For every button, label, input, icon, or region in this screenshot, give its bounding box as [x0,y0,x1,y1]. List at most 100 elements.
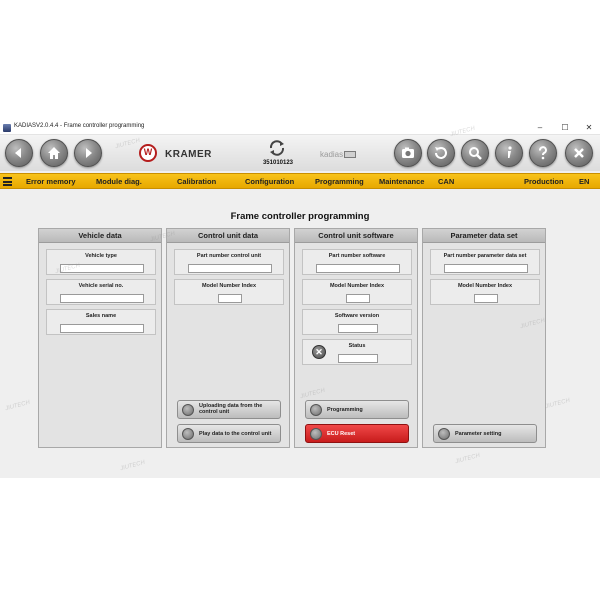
panel-control-unit-software: Control unit software Part number softwa… [294,228,418,448]
toolbar: W KRAMER 351010123 kadias [0,135,600,171]
close-icon [574,148,584,158]
ecu-reset-button[interactable]: ECU Reset [305,424,409,443]
field-label: Model Number Index [329,283,385,289]
field-status: ✕ Status [302,339,412,365]
software-version-input[interactable] [338,324,378,333]
brand-logo: W [139,144,157,162]
play-data-button[interactable]: Play data to the control unit [177,424,281,443]
menu-item-can[interactable]: CAN [438,177,454,186]
menu-item-module-diag[interactable]: Module diag. [96,177,142,186]
menu-bar: Error memory Module diag. Calibration Co… [0,173,600,189]
close-button[interactable] [565,139,593,167]
menu-item-calibration[interactable]: Calibration [177,177,216,186]
menu-item-programming[interactable]: Programming [315,177,364,186]
part-number-parameter-input[interactable] [444,264,528,273]
window-close-button[interactable]: ✕ [582,122,596,134]
camera-button[interactable] [394,139,422,167]
home-button[interactable] [40,139,68,167]
app-window: KADIASV2.0.4.4 - Frame controller progra… [0,121,600,478]
search-icon [469,147,482,160]
field-part-number-parameter: Part number parameter data set [430,249,540,275]
field-software-version: Software version [302,309,412,335]
field-model-number-index: Model Number Index [302,279,412,305]
field-label: Part number software [328,253,386,259]
watermark: JIUTECH [119,459,146,473]
model-number-index-input[interactable] [218,294,242,303]
info-button[interactable] [495,139,523,167]
field-label: Model Number Index [457,283,513,289]
back-icon [15,148,21,158]
title-bar: KADIASV2.0.4.4 - Frame controller progra… [0,121,600,135]
field-label: Part number parameter data set [443,253,527,259]
reload-button[interactable] [427,139,455,167]
field-model-number-index: Model Number Index [430,279,540,305]
field-vehicle-serial: Vehicle serial no. [46,279,156,305]
model-number-index-input[interactable] [346,294,370,303]
serial-number: 351010123 [262,160,294,166]
programming-icon [310,404,322,416]
help-icon [539,146,547,160]
field-label: Vehicle serial no. [78,283,124,289]
help-button[interactable] [529,139,557,167]
field-label: Part number control unit [196,253,262,259]
panel-control-unit-data: Control unit data Part number control un… [166,228,290,448]
button-label: ECU Reset [327,431,356,437]
upload-icon [182,404,194,416]
watermark: JIUTECH [544,397,571,411]
button-label: Programming [327,407,363,413]
settings-icon [438,428,450,440]
panel-header: Parameter data set [423,229,545,243]
menu-icon[interactable] [3,177,12,186]
menu-item-language[interactable]: EN [579,177,589,186]
menu-item-error-memory[interactable]: Error memory [26,177,76,186]
field-label: Software version [334,313,380,319]
field-sales-name: Sales name [46,309,156,335]
programming-button[interactable]: Programming [305,400,409,419]
forward-button[interactable] [74,139,102,167]
field-part-number-control-unit: Part number control unit [174,249,284,275]
parameter-setting-button[interactable]: Parameter setting [433,424,537,443]
field-model-number-index: Model Number Index [174,279,284,305]
field-part-number-software: Part number software [302,249,412,275]
info-icon [508,146,512,158]
reset-icon [310,428,322,440]
field-label: Vehicle type [85,253,117,259]
camera-icon [402,147,414,158]
button-label: Play data to the control unit [199,431,272,437]
home-icon [48,147,60,159]
maximize-button[interactable]: ☐ [558,122,572,134]
page-title: Frame controller programming [230,211,370,222]
menu-item-configuration[interactable]: Configuration [245,177,294,186]
back-button[interactable] [5,139,33,167]
refresh-icon[interactable] [266,138,288,158]
reload-icon [435,147,447,159]
brand-name: KRAMER [165,149,212,160]
panel-header: Control unit data [167,229,289,243]
search-button[interactable] [461,139,489,167]
panel-vehicle-data: Vehicle data Vehicle type Vehicle serial… [38,228,162,448]
field-label: Model Number Index [201,283,257,289]
status-input [338,354,378,363]
menu-item-maintenance[interactable]: Maintenance [379,177,424,186]
watermark: JIUTECH [4,399,31,413]
panel-parameter-data-set: Parameter data set Part number parameter… [422,228,546,448]
button-label: Parameter setting [455,431,502,437]
upload-data-button[interactable]: Uploading data from the control unit [177,400,281,419]
part-number-software-input[interactable] [316,264,400,273]
sales-name-input[interactable] [60,324,144,333]
app-icon [3,124,11,132]
model-number-index-input[interactable] [474,294,498,303]
vehicle-serial-input[interactable] [60,294,144,303]
kadias-logo: kadias [320,150,357,159]
panel-header: Vehicle data [39,229,161,243]
menu-item-production[interactable]: Production [524,177,564,186]
button-label: Uploading data from the control unit [199,403,263,415]
download-icon [182,428,194,440]
window-title: KADIASV2.0.4.4 - Frame controller progra… [14,123,145,129]
field-label: Sales name [85,313,117,319]
panel-header: Control unit software [295,229,417,243]
minimize-button[interactable]: – [533,122,547,134]
status-error-icon: ✕ [312,345,326,359]
watermark: JIUTECH [454,452,481,466]
part-number-control-unit-input[interactable] [188,264,272,273]
